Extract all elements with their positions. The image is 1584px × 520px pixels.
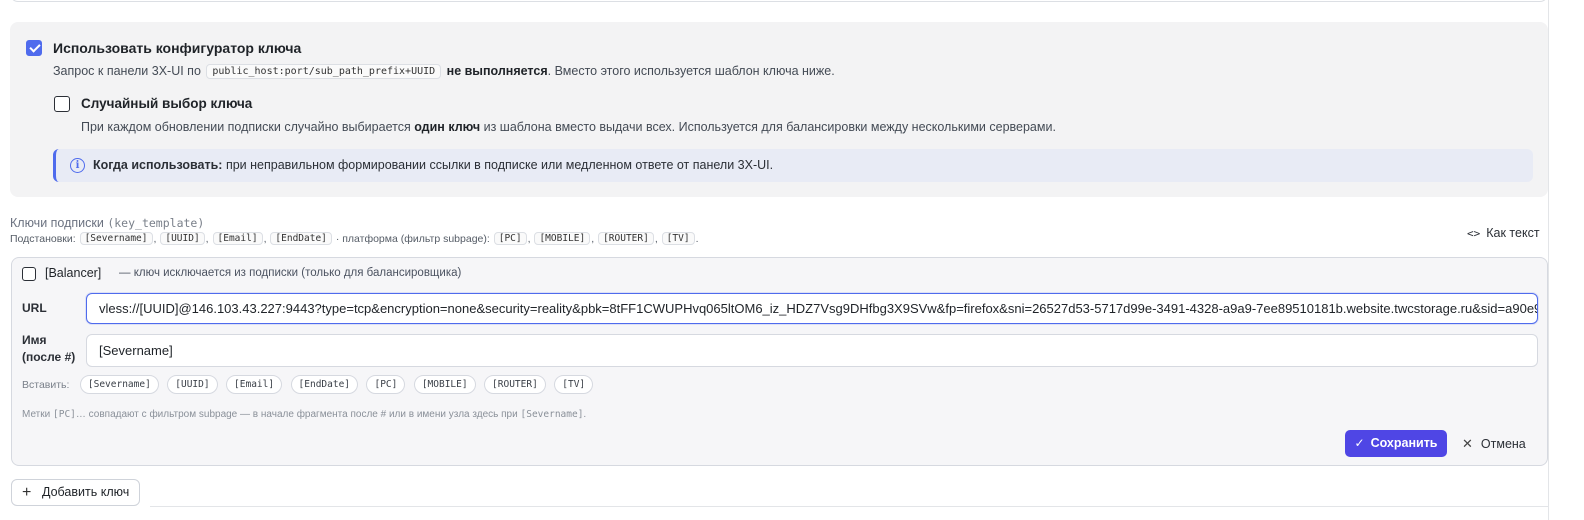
url-label: URL <box>22 301 47 315</box>
insert-chip-severname[interactable]: [Severname] <box>79 375 159 394</box>
use-configurator-label: Использовать конфигуратор ключа <box>53 40 302 56</box>
insert-chip-router[interactable]: [ROUTER] <box>484 375 546 394</box>
code-brackets-icon: <> <box>1467 227 1481 240</box>
check-icon: ✓ <box>1354 436 1365 450</box>
insert-chip-pc[interactable]: [PC] <box>366 375 406 394</box>
balancer-note: — ключ исключается из подписки (только д… <box>119 267 462 279</box>
close-icon: ✕ <box>1462 436 1473 451</box>
insert-chip-uuid[interactable]: [UUID] <box>167 375 218 394</box>
use-configurator-description: Запрос к панели 3X-UI по public_host:por… <box>53 64 835 79</box>
save-button[interactable]: ✓ Сохранить <box>1345 430 1447 457</box>
platform-chip-router: [ROUTER] <box>598 232 654 245</box>
insert-chip-email[interactable]: [Email] <box>226 375 283 394</box>
substitutions-line: Подстановки: [Severname], [UUID], [Email… <box>10 232 699 245</box>
balancer-checkbox[interactable] <box>22 267 36 281</box>
info-icon: i <box>70 158 85 173</box>
random-key-checkbox[interactable] <box>54 96 70 112</box>
sub-chip-enddate: [EndDate] <box>270 232 332 245</box>
info-callout-text: при неправильном формировании ссылки в п… <box>225 158 774 172</box>
insert-chips-row: Вставить: [Severname] [UUID] [Email] [En… <box>22 375 597 394</box>
sub-chip-uuid: [UUID] <box>160 232 205 245</box>
code-chip-host-path: public_host:port/sub_path_prefix+UUID <box>206 64 442 79</box>
sub-chip-severname: [Severname] <box>79 232 153 245</box>
name-label: Имя (после #) <box>22 333 76 364</box>
random-key-label: Случайный выбор ключа <box>81 96 253 111</box>
sub-chip-email: [Email] <box>212 232 263 245</box>
key-editor-card: [Balancer] — ключ исключается из подписк… <box>11 257 1548 466</box>
insert-chip-mobile[interactable]: [MOBILE] <box>413 375 476 394</box>
keys-section-title: Ключи подписки (key_template) <box>10 216 205 230</box>
info-callout-title: Когда использовать: <box>93 158 223 172</box>
insert-chip-enddate[interactable]: [EndDate] <box>290 375 359 394</box>
plus-icon: + <box>22 484 32 501</box>
section-bottom-border <box>150 506 1548 507</box>
balancer-label: [Balancer] <box>45 266 102 280</box>
cancel-button[interactable]: ✕ Отмена <box>1462 430 1526 457</box>
platform-chip-tv: [TV] <box>661 232 695 245</box>
url-input[interactable]: vless://[UUID]@146.103.43.227:9443?type=… <box>86 293 1538 324</box>
tags-hint: Метки [PC]… совпадают с фильтром subpage… <box>22 409 587 420</box>
add-key-button[interactable]: + Добавить ключ <box>11 479 140 506</box>
info-callout: i Когда использовать: при неправильном ф… <box>53 149 1533 182</box>
name-input[interactable]: [Severname] <box>86 334 1538 367</box>
use-configurator-checkbox[interactable] <box>26 40 42 56</box>
panel-right-border <box>1548 0 1549 520</box>
insert-chip-tv[interactable]: [TV] <box>554 375 594 394</box>
platform-chip-pc: [PC] <box>493 232 527 245</box>
platform-chip-mobile: [MOBILE] <box>534 232 591 245</box>
as-text-toggle-button[interactable]: <> Как текст <box>1467 226 1540 240</box>
random-key-description: При каждом обновлении подписки случайно … <box>81 120 1056 134</box>
previous-card-edge <box>10 0 1548 2</box>
